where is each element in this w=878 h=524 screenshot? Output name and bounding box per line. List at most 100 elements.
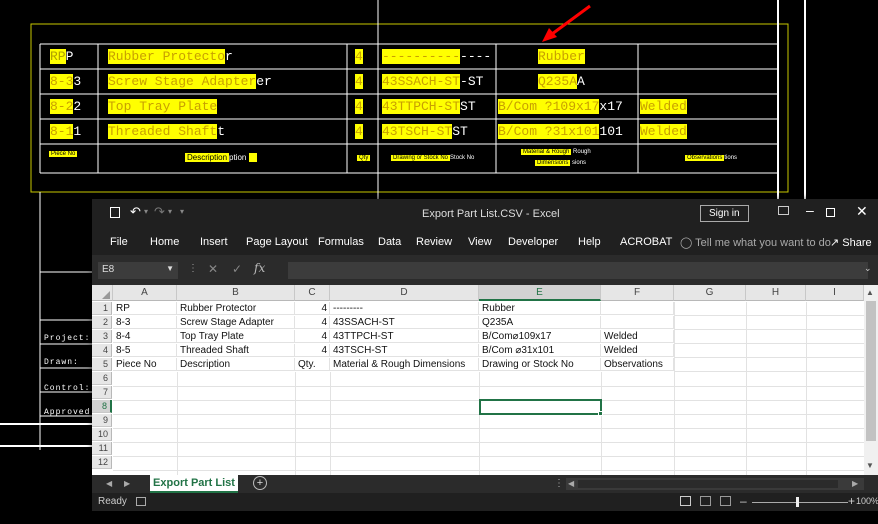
horizontal-scroll-thumb[interactable] [578, 480, 838, 488]
undo-dropdown-icon[interactable]: ▾ [144, 207, 148, 216]
column-header-e[interactable]: E [479, 285, 601, 301]
cell-d1[interactable]: --------- [330, 302, 479, 315]
cell-b1[interactable]: Rubber Protector [177, 302, 295, 315]
expand-formula-bar-icon[interactable]: ⌄ [864, 263, 872, 274]
page-layout-view-icon[interactable] [700, 496, 711, 506]
zoom-level[interactable]: 100% [856, 496, 878, 506]
name-box[interactable]: E8 ▼ [98, 262, 178, 279]
tab-data[interactable]: Data [378, 236, 401, 248]
column-header-i[interactable]: I [806, 285, 864, 301]
customize-qat-icon[interactable]: ▾ [180, 207, 184, 216]
cell-c3[interactable]: 4 [295, 330, 330, 343]
redo-dropdown-icon[interactable]: ▾ [168, 207, 172, 216]
tab-help[interactable]: Help [578, 236, 601, 248]
horizontal-scrollbar[interactable]: ◀ ▶ [566, 478, 864, 490]
insert-function-icon[interactable]: fx [254, 261, 265, 275]
tab-view[interactable]: View [468, 236, 492, 248]
row-header[interactable]: 7 [92, 386, 112, 399]
worksheet-grid[interactable]: A B C D E F G H I 1 2 3 4 5 6 7 8 9 10 1… [92, 285, 878, 475]
scroll-up-icon[interactable]: ▲ [866, 288, 874, 297]
fill-handle[interactable] [598, 411, 603, 416]
tab-splitter-icon[interactable]: ⋮ [554, 478, 564, 489]
cell-c5[interactable]: Qty. [295, 358, 330, 371]
tab-file[interactable]: File [110, 236, 128, 248]
row-header[interactable]: 11 [92, 442, 112, 455]
tab-page-layout[interactable]: Page Layout [246, 236, 308, 248]
enter-entry-icon[interactable]: ✓ [232, 262, 242, 276]
tab-insert[interactable]: Insert [200, 236, 228, 248]
formula-bar-options-icon[interactable]: ⋮ [188, 263, 198, 274]
share-button[interactable]: ↗ Share [830, 236, 872, 249]
cell-e4[interactable]: B/Com ⌀31x101 [479, 344, 601, 357]
row-header[interactable]: 2 [92, 316, 112, 329]
cell-f3[interactable]: Welded [601, 330, 674, 343]
cell-e1[interactable]: Rubber [479, 302, 601, 315]
cell-e2[interactable]: Q235A [479, 316, 601, 329]
row-header[interactable]: 12 [92, 456, 112, 469]
row-header[interactable]: 10 [92, 428, 112, 441]
cell-f5[interactable]: Observations [601, 358, 674, 371]
cell-a3[interactable]: 8-4 [113, 330, 177, 343]
save-icon[interactable] [110, 207, 120, 218]
formula-input[interactable] [288, 262, 868, 279]
row-header[interactable]: 5 [92, 358, 112, 371]
column-header-b[interactable]: B [177, 285, 295, 301]
column-header-f[interactable]: F [601, 285, 674, 301]
cell-d3[interactable]: 43TTPCH-ST [330, 330, 479, 343]
prev-sheet-icon[interactable]: ◀ [106, 479, 112, 488]
column-header-g[interactable]: G [674, 285, 746, 301]
maximize-icon[interactable] [826, 208, 835, 217]
scroll-right-icon[interactable]: ▶ [852, 479, 858, 488]
cell-b4[interactable]: Threaded Shaft [177, 344, 295, 357]
sheet-tab-export-part-list[interactable]: Export Part List [150, 475, 238, 493]
cell-f4[interactable]: Welded [601, 344, 674, 357]
scroll-down-icon[interactable]: ▼ [866, 461, 874, 470]
column-header-h[interactable]: H [746, 285, 806, 301]
tab-developer[interactable]: Developer [508, 236, 558, 248]
cell-a5[interactable]: Piece No [113, 358, 177, 371]
zoom-slider[interactable] [752, 502, 848, 503]
tell-me-search[interactable]: ◯ Tell me what you want to do [680, 236, 831, 249]
next-sheet-icon[interactable]: ▶ [124, 479, 130, 488]
row-header[interactable]: 1 [92, 302, 112, 315]
cell-b2[interactable]: Screw Stage Adapter [177, 316, 295, 329]
cell-e3[interactable]: B/Com⌀109x17 [479, 330, 601, 343]
column-header-a[interactable]: A [113, 285, 177, 301]
cell-c4[interactable]: 4 [295, 344, 330, 357]
normal-view-icon[interactable] [680, 496, 691, 506]
cell-c2[interactable]: 4 [295, 316, 330, 329]
row-header[interactable]: 4 [92, 344, 112, 357]
row-header[interactable]: 6 [92, 372, 112, 385]
cancel-entry-icon[interactable]: ✕ [208, 262, 218, 276]
cell-d5[interactable]: Material & Rough Dimensions [330, 358, 479, 371]
vertical-scrollbar[interactable]: ▲ ▼ [864, 285, 878, 475]
name-box-dropdown-icon[interactable]: ▼ [166, 264, 174, 273]
cell-c1[interactable]: 4 [295, 302, 330, 315]
cell-d2[interactable]: 43SSACH-ST [330, 316, 479, 329]
ribbon-display-options-icon[interactable] [778, 206, 789, 215]
zoom-in-icon[interactable]: + [848, 494, 855, 508]
column-header-d[interactable]: D [330, 285, 479, 301]
close-icon[interactable]: ✕ [856, 203, 868, 220]
minimize-icon[interactable]: – [806, 202, 814, 218]
zoom-slider-thumb[interactable] [796, 497, 799, 507]
tab-home[interactable]: Home [150, 236, 179, 248]
cell-f1[interactable] [601, 302, 674, 315]
tab-review[interactable]: Review [416, 236, 452, 248]
column-header-c[interactable]: C [295, 285, 330, 301]
cell-e5[interactable]: Drawing or Stock No [479, 358, 601, 371]
cell-a2[interactable]: 8-3 [113, 316, 177, 329]
sign-in-button[interactable]: Sign in [700, 205, 749, 222]
row-header-selected[interactable]: 8 [92, 400, 112, 413]
row-header[interactable]: 3 [92, 330, 112, 343]
cell-a4[interactable]: 8-5 [113, 344, 177, 357]
tab-formulas[interactable]: Formulas [318, 236, 364, 248]
cell-a1[interactable]: RP [113, 302, 177, 315]
new-sheet-icon[interactable]: + [253, 476, 267, 490]
scroll-left-icon[interactable]: ◀ [568, 479, 574, 488]
zoom-out-icon[interactable]: – [740, 494, 747, 508]
cell-b5[interactable]: Description [177, 358, 295, 371]
cell-d4[interactable]: 43TSCH-ST [330, 344, 479, 357]
cell-f2[interactable] [601, 316, 674, 329]
undo-icon[interactable]: ↶ [130, 204, 141, 220]
